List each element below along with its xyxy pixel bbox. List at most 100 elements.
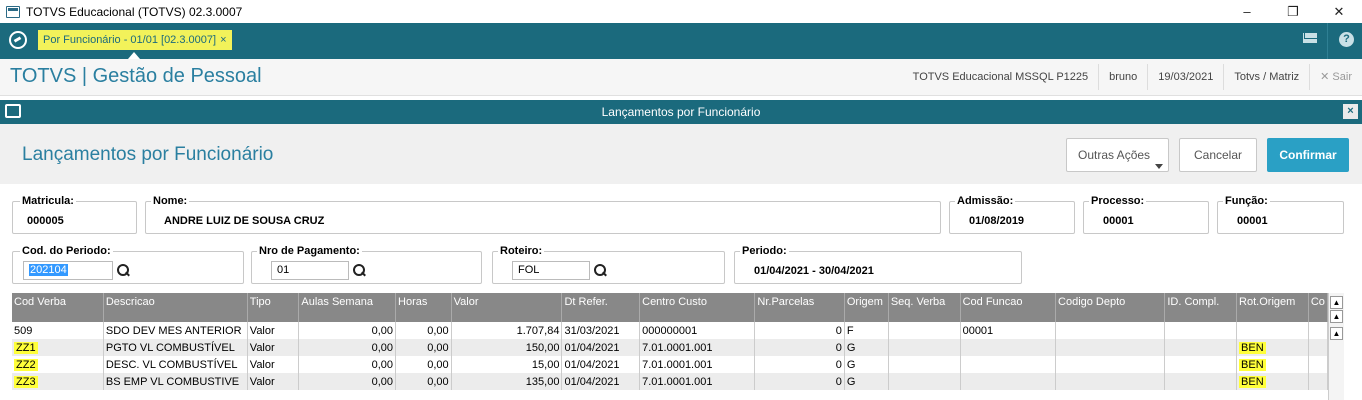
- table-cell[interactable]: [888, 373, 961, 390]
- table-cell[interactable]: ZZ3: [12, 373, 104, 390]
- cancel-button[interactable]: Cancelar: [1179, 138, 1257, 172]
- column-header[interactable]: Seq. Verba: [888, 293, 961, 322]
- column-header[interactable]: Cod Verba: [12, 293, 104, 322]
- table-cell[interactable]: [1055, 373, 1166, 390]
- table-cell[interactable]: 0,00: [395, 356, 452, 373]
- column-header[interactable]: Cod Funcao: [960, 293, 1057, 322]
- table-cell[interactable]: G: [844, 373, 889, 390]
- table-cell[interactable]: 01/04/2021: [561, 339, 641, 356]
- table-cell[interactable]: BS EMP VL COMBUSTIVE: [103, 373, 248, 390]
- table-cell[interactable]: 7.01.0001.001: [639, 356, 756, 373]
- table-cell[interactable]: [1055, 339, 1166, 356]
- exit-button[interactable]: ✕ Sair: [1309, 64, 1362, 90]
- table-cell[interactable]: Valor: [247, 356, 300, 373]
- roteiro-input[interactable]: FOL: [512, 261, 590, 280]
- table-cell[interactable]: [888, 356, 961, 373]
- table-row[interactable]: ZZ2 DESC. VL COMBUSTÍVEL Valor 0,00 0,00 15,0…: [12, 356, 1328, 373]
- cod-periodo-input[interactable]: 202104: [23, 261, 113, 280]
- column-header[interactable]: Codigo Depto: [1055, 293, 1166, 322]
- column-header[interactable]: Tipo: [247, 293, 300, 322]
- totvs-logo-icon[interactable]: [9, 31, 27, 49]
- table-cell[interactable]: [1164, 356, 1238, 373]
- table-cell[interactable]: [1164, 373, 1238, 390]
- table-cell[interactable]: 7.01.0001.001: [639, 339, 756, 356]
- table-cell[interactable]: 150,00: [451, 339, 563, 356]
- column-header[interactable]: ID. Compl.: [1164, 293, 1238, 322]
- column-header[interactable]: Dt Refer.: [561, 293, 641, 322]
- maximize-button[interactable]: ❐: [1270, 0, 1316, 23]
- table-cell[interactable]: 0,00: [395, 339, 452, 356]
- search-icon[interactable]: [594, 264, 607, 277]
- column-header[interactable]: Valor: [451, 293, 563, 322]
- table-cell[interactable]: 0,00: [298, 373, 397, 390]
- table-cell[interactable]: ZZ1: [12, 339, 104, 356]
- search-icon[interactable]: [353, 264, 366, 277]
- table-cell[interactable]: F: [844, 322, 889, 339]
- table-cell[interactable]: BEN: [1236, 356, 1309, 373]
- branch-label[interactable]: Totvs / Matriz: [1223, 64, 1309, 90]
- table-cell[interactable]: [960, 373, 1057, 390]
- table-cell[interactable]: 0: [754, 373, 845, 390]
- table-cell[interactable]: 01/04/2021: [561, 373, 641, 390]
- search-icon[interactable]: [117, 264, 130, 277]
- scroll-top-icon[interactable]: ▲: [1330, 296, 1343, 309]
- table-cell[interactable]: 31/03/2021: [561, 322, 641, 339]
- mail-icon[interactable]: [1303, 33, 1317, 43]
- column-header[interactable]: Horas: [395, 293, 452, 322]
- table-cell[interactable]: 509: [12, 322, 104, 339]
- table-cell[interactable]: [888, 339, 961, 356]
- table-cell[interactable]: [1308, 373, 1328, 390]
- table-cell[interactable]: [888, 322, 961, 339]
- table-cell[interactable]: PGTO VL COMBUSTÍVEL: [103, 339, 248, 356]
- table-row[interactable]: ZZ1 PGTO VL COMBUSTÍVEL Valor 0,00 0,00 150,0…: [12, 339, 1328, 356]
- table-cell[interactable]: 0,00: [298, 339, 397, 356]
- table-cell[interactable]: 7.01.0001.001: [639, 373, 756, 390]
- table-cell[interactable]: [1236, 322, 1309, 339]
- nro-pagamento-input[interactable]: 01: [271, 261, 349, 280]
- table-cell[interactable]: G: [844, 339, 889, 356]
- column-header[interactable]: Centro Custo: [639, 293, 756, 322]
- column-header[interactable]: Co: [1308, 293, 1328, 322]
- minimize-button[interactable]: –: [1224, 0, 1270, 23]
- table-cell[interactable]: [1164, 339, 1238, 356]
- table-cell[interactable]: 0,00: [298, 322, 397, 339]
- table-cell[interactable]: 0,00: [395, 322, 452, 339]
- table-cell[interactable]: Valor: [247, 339, 300, 356]
- table-row[interactable]: ZZ3 BS EMP VL COMBUSTIVE Valor 0,00 0,00 135,…: [12, 373, 1328, 390]
- table-cell[interactable]: 0: [754, 322, 845, 339]
- close-button[interactable]: ✕: [1316, 0, 1362, 23]
- tab-por-funcionario[interactable]: Por Funcionário - 01/01 [02.3.0007] ×: [38, 30, 232, 50]
- table-cell[interactable]: BEN: [1236, 373, 1309, 390]
- column-header[interactable]: Rot.Origem: [1236, 293, 1309, 322]
- table-cell[interactable]: 0,00: [298, 356, 397, 373]
- table-cell[interactable]: 0: [754, 356, 845, 373]
- column-header[interactable]: Origem: [844, 293, 889, 322]
- dialog-close-button[interactable]: ×: [1343, 104, 1358, 119]
- table-cell[interactable]: [960, 339, 1057, 356]
- table-cell[interactable]: Valor: [247, 373, 300, 390]
- table-cell[interactable]: 135,00: [451, 373, 563, 390]
- vertical-scrollbar[interactable]: ▲ ▲ ▲: [1328, 293, 1344, 400]
- scroll-page-up-icon[interactable]: ▲: [1330, 310, 1343, 323]
- column-header[interactable]: Nr.Parcelas: [754, 293, 845, 322]
- table-cell[interactable]: Valor: [247, 322, 300, 339]
- column-header[interactable]: Aulas Semana: [298, 293, 397, 322]
- table-cell[interactable]: 15,00: [451, 356, 563, 373]
- table-cell[interactable]: 01/04/2021: [561, 356, 641, 373]
- table-cell[interactable]: ZZ2: [12, 356, 104, 373]
- table-cell[interactable]: SDO DEV MES ANTERIOR: [103, 322, 248, 339]
- table-cell[interactable]: [1308, 356, 1328, 373]
- other-actions-button[interactable]: Outras Ações: [1066, 138, 1169, 172]
- table-cell[interactable]: 000000001: [639, 322, 756, 339]
- table-cell[interactable]: [1164, 322, 1238, 339]
- column-header[interactable]: Descricao: [103, 293, 248, 322]
- table-cell[interactable]: G: [844, 356, 889, 373]
- table-cell[interactable]: [1308, 339, 1328, 356]
- table-row[interactable]: 509 SDO DEV MES ANTERIOR Valor 0,00 0,00 1.70…: [12, 322, 1328, 339]
- table-cell[interactable]: 0: [754, 339, 845, 356]
- table-cell[interactable]: [1308, 322, 1328, 339]
- confirm-button[interactable]: Confirmar: [1267, 138, 1349, 172]
- table-cell[interactable]: [960, 356, 1057, 373]
- table-cell[interactable]: [1055, 322, 1166, 339]
- table-cell[interactable]: DESC. VL COMBUSTÍVEL: [103, 356, 248, 373]
